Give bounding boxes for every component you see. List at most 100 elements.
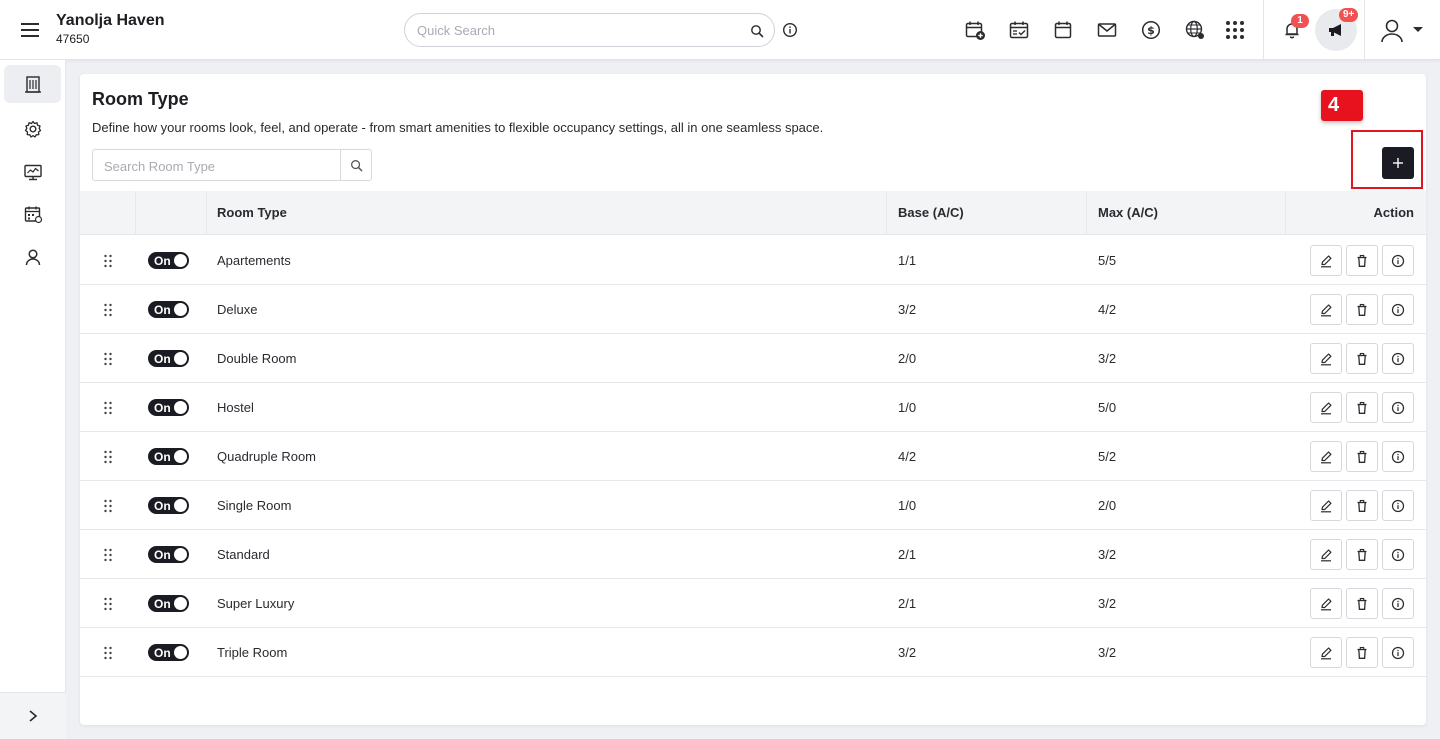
- drag-handle-icon[interactable]: [103, 351, 113, 367]
- calendar-icon[interactable]: [1052, 19, 1074, 41]
- divider: [1364, 0, 1365, 60]
- room-type-search-input[interactable]: [104, 157, 334, 175]
- details-button[interactable]: [1382, 490, 1414, 521]
- step-badge: 4: [1321, 90, 1363, 121]
- details-button[interactable]: [1382, 539, 1414, 570]
- base-occupancy: 4/2: [898, 449, 917, 464]
- edit-button[interactable]: [1310, 245, 1342, 276]
- toggle-label: On: [154, 401, 171, 415]
- edit-icon: [1319, 401, 1333, 415]
- status-toggle[interactable]: On: [148, 595, 189, 612]
- details-button[interactable]: [1382, 637, 1414, 668]
- status-toggle[interactable]: On: [148, 546, 189, 563]
- quick-search-input[interactable]: [417, 21, 737, 39]
- edit-button[interactable]: [1310, 294, 1342, 325]
- delete-button[interactable]: [1346, 392, 1378, 423]
- edit-icon: [1319, 450, 1333, 464]
- edit-button[interactable]: [1310, 343, 1342, 374]
- delete-button[interactable]: [1346, 539, 1378, 570]
- delete-button[interactable]: [1346, 441, 1378, 472]
- edit-button[interactable]: [1310, 392, 1342, 423]
- edit-button[interactable]: [1310, 588, 1342, 619]
- status-toggle[interactable]: On: [148, 399, 189, 416]
- room-type-name: Standard: [217, 547, 270, 562]
- drag-handle-icon[interactable]: [103, 547, 113, 563]
- drag-handle-icon[interactable]: [103, 400, 113, 416]
- room-type-name: Quadruple Room: [217, 449, 316, 464]
- delete-button[interactable]: [1346, 294, 1378, 325]
- status-toggle[interactable]: On: [148, 350, 189, 367]
- add-room-type-button[interactable]: [1382, 147, 1414, 179]
- column-header-max[interactable]: Max (A/C): [1098, 205, 1158, 220]
- apps-grid-icon[interactable]: [1224, 19, 1246, 41]
- sidebar-item-settings[interactable]: [4, 110, 61, 148]
- menu-icon[interactable]: [20, 20, 42, 40]
- sidebar-item-property[interactable]: [4, 65, 61, 103]
- info-icon[interactable]: [782, 22, 798, 38]
- toggle-knob: [174, 254, 187, 267]
- details-button[interactable]: [1382, 588, 1414, 619]
- details-button[interactable]: [1382, 245, 1414, 276]
- column-divider: [1285, 191, 1286, 235]
- delete-button[interactable]: [1346, 343, 1378, 374]
- status-toggle[interactable]: On: [148, 301, 189, 318]
- drag-handle-icon[interactable]: [103, 302, 113, 318]
- drag-handle-icon[interactable]: [103, 596, 113, 612]
- column-header-action: Action: [1373, 205, 1414, 220]
- search-icon: [350, 159, 362, 171]
- drag-handle-icon[interactable]: [103, 253, 113, 269]
- delete-button[interactable]: [1346, 245, 1378, 276]
- edit-button[interactable]: [1310, 539, 1342, 570]
- column-header-room-type[interactable]: Room Type: [217, 205, 287, 220]
- toggle-knob: [174, 401, 187, 414]
- room-type-name: Single Room: [217, 498, 292, 513]
- user-menu[interactable]: [1378, 17, 1428, 45]
- toggle-knob: [174, 646, 187, 659]
- details-button[interactable]: [1382, 392, 1414, 423]
- drag-handle-icon[interactable]: [103, 449, 113, 465]
- info-icon: [1391, 303, 1405, 317]
- page-description: Define how your rooms look, feel, and op…: [92, 120, 824, 135]
- sidebar-item-user[interactable]: [4, 238, 61, 276]
- edit-button[interactable]: [1310, 441, 1342, 472]
- max-occupancy: 5/2: [1098, 449, 1117, 464]
- max-occupancy: 3/2: [1098, 351, 1117, 366]
- drag-handle-icon[interactable]: [103, 498, 113, 514]
- sidebar-expand-button[interactable]: [0, 692, 66, 739]
- column-header-base[interactable]: Base (A/C): [898, 205, 964, 220]
- dollar-icon[interactable]: $: [1140, 19, 1162, 41]
- globe-icon[interactable]: [1184, 19, 1206, 41]
- details-button[interactable]: [1382, 343, 1414, 374]
- base-occupancy: 2/1: [898, 596, 917, 611]
- base-occupancy: 3/2: [898, 645, 917, 660]
- info-icon: [1391, 352, 1405, 366]
- edit-button[interactable]: [1310, 490, 1342, 521]
- toggle-label: On: [154, 548, 171, 562]
- status-toggle[interactable]: On: [148, 448, 189, 465]
- drag-handle-icon[interactable]: [103, 645, 113, 661]
- delete-button[interactable]: [1346, 490, 1378, 521]
- mail-icon[interactable]: [1096, 19, 1118, 41]
- megaphone-icon: [1329, 24, 1341, 36]
- calendar-check-icon[interactable]: [1008, 19, 1030, 41]
- status-toggle[interactable]: On: [148, 644, 189, 661]
- calendar-add-icon[interactable]: [964, 19, 986, 41]
- status-toggle[interactable]: On: [148, 252, 189, 269]
- room-type-search-button[interactable]: [340, 150, 371, 180]
- delete-button[interactable]: [1346, 637, 1378, 668]
- status-toggle[interactable]: On: [148, 497, 189, 514]
- details-button[interactable]: [1382, 294, 1414, 325]
- details-button[interactable]: [1382, 441, 1414, 472]
- trash-icon: [1355, 401, 1369, 415]
- edit-icon: [1319, 548, 1333, 562]
- toggle-label: On: [154, 646, 171, 660]
- max-occupancy: 5/5: [1098, 253, 1117, 268]
- trash-icon: [1355, 597, 1369, 611]
- delete-button[interactable]: [1346, 588, 1378, 619]
- sidebar-item-calendar[interactable]: [4, 195, 61, 233]
- plus-icon: [1393, 158, 1403, 168]
- max-occupancy: 3/2: [1098, 645, 1117, 660]
- sidebar-item-monitor[interactable]: [4, 153, 61, 191]
- edit-button[interactable]: [1310, 637, 1342, 668]
- search-icon[interactable]: [750, 24, 764, 38]
